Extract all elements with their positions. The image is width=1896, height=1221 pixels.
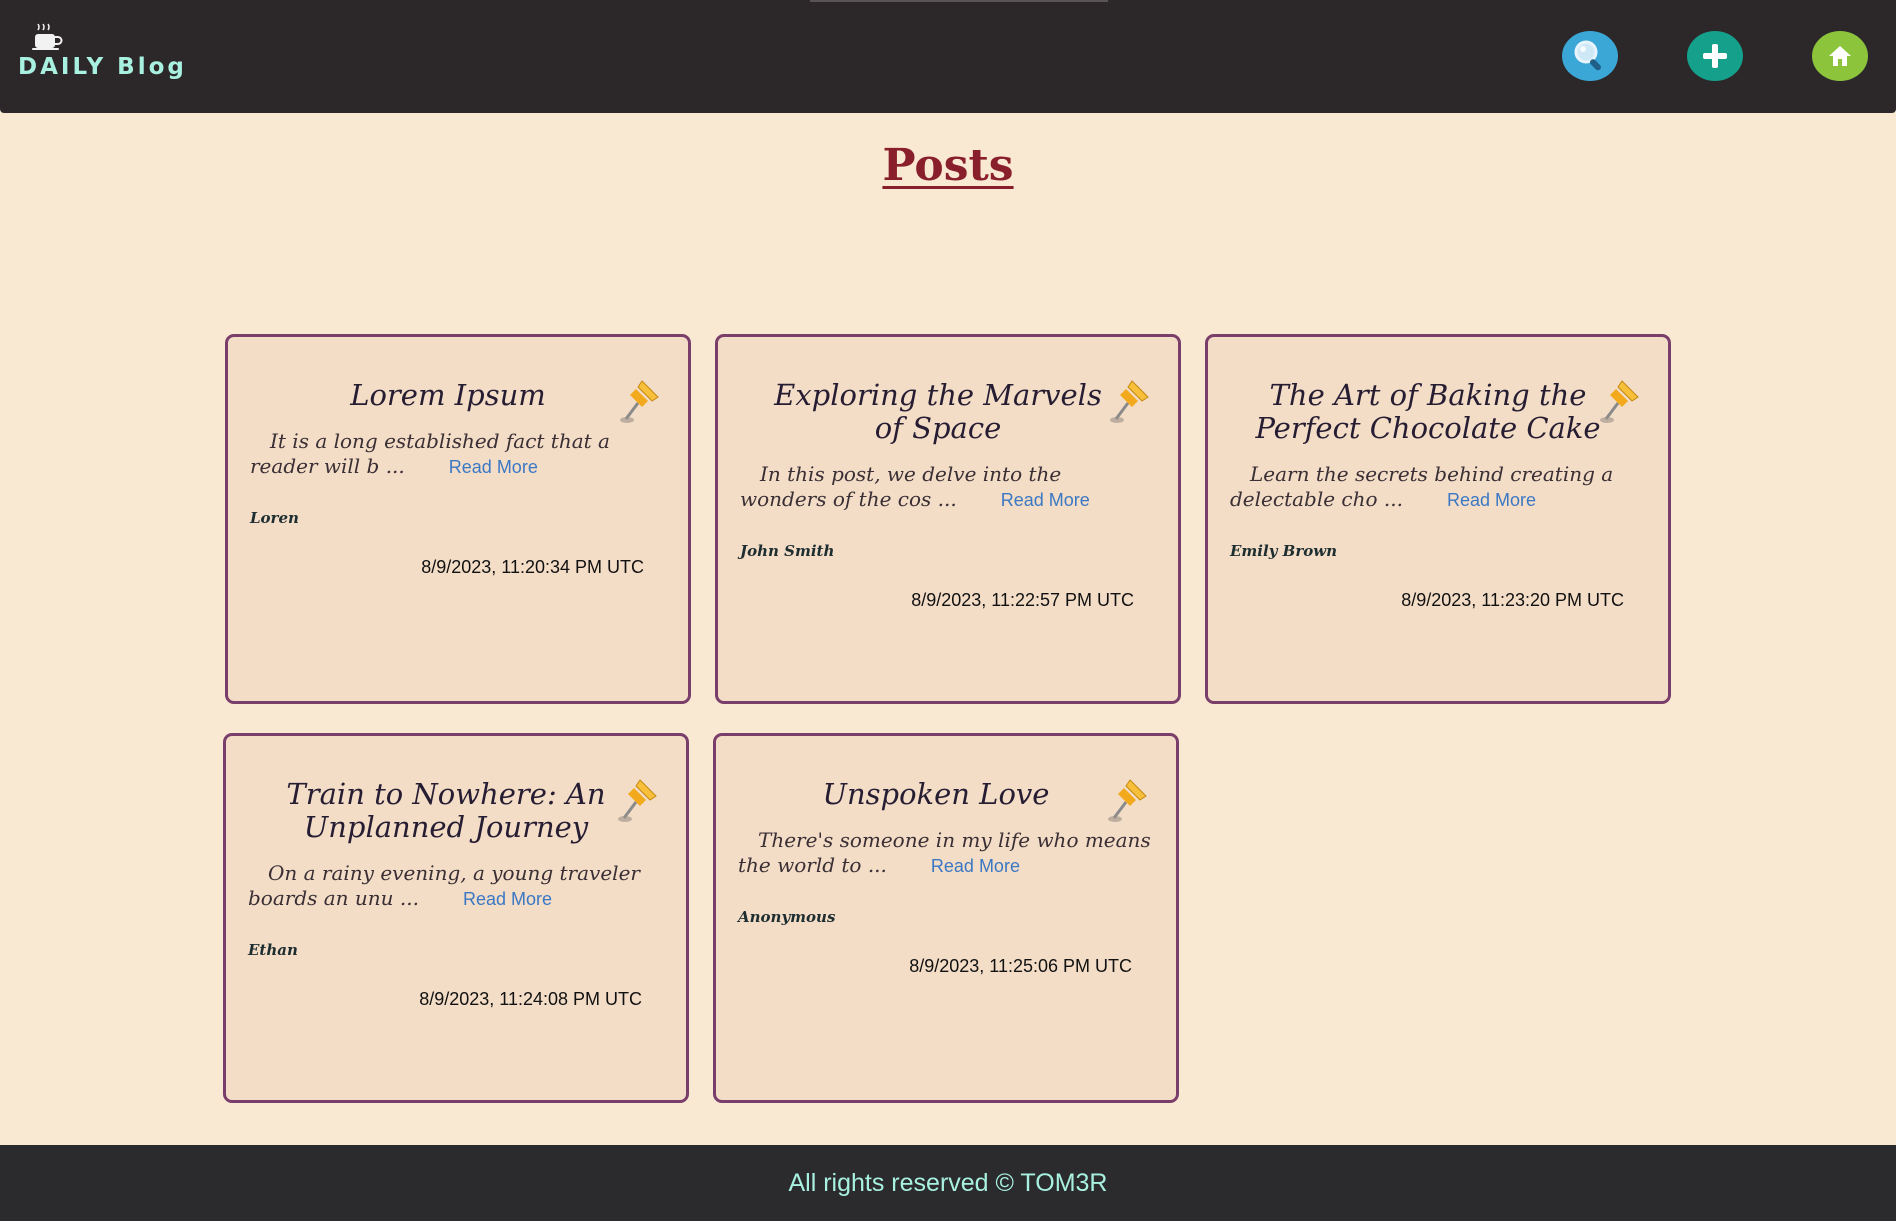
- magnifier-icon: [1574, 40, 1601, 71]
- home-button[interactable]: [1812, 31, 1868, 81]
- post-author: Emily Brown: [1230, 542, 1338, 560]
- post-excerpt: Learn the secrets behind creating a dele…: [1230, 462, 1614, 511]
- footer: All rights reserved © TOM3R: [0, 1145, 1896, 1221]
- post-excerpt-wrap: On a rainy evening, a young traveler boa…: [248, 861, 662, 912]
- post-title: Unspoken Love: [822, 777, 1050, 811]
- search-button[interactable]: [1562, 31, 1618, 81]
- coffee-cup-icon: [32, 23, 63, 50]
- post-card[interactable]: Lorem Ipsum It is a long established fac…: [225, 334, 691, 704]
- pushpin-icon: [620, 380, 659, 423]
- post-title: Train to Nowhere: An Unplanned Journey: [286, 777, 606, 844]
- post-author: Anonymous: [738, 908, 836, 926]
- plus-icon: [1703, 44, 1727, 68]
- top-navbar: DAILY Blog: [0, 0, 1896, 113]
- add-post-button[interactable]: [1687, 31, 1743, 81]
- pushpin-icon: [1108, 779, 1147, 822]
- post-title: Exploring the Marvels of Space: [774, 378, 1102, 445]
- post-date: 8/9/2023, 11:24:08 PM UTC: [419, 989, 642, 1009]
- post-author: Ethan: [248, 941, 298, 959]
- brand-name: DAILY Blog: [18, 54, 187, 80]
- post-card[interactable]: Exploring the Marvels of Space In this p…: [715, 334, 1181, 704]
- post-card[interactable]: The Art of Baking the Perfect Chocolate …: [1205, 334, 1671, 704]
- post-excerpt-wrap: It is a long established fact that a rea…: [250, 429, 664, 480]
- footer-text: All rights reserved © TOM3R: [788, 1168, 1108, 1197]
- brand-logo[interactable]: DAILY Blog: [18, 22, 187, 80]
- post-date: 8/9/2023, 11:20:34 PM UTC: [421, 557, 644, 577]
- post-date: 8/9/2023, 11:25:06 PM UTC: [909, 956, 1132, 976]
- read-more-link[interactable]: Read More: [1001, 490, 1090, 510]
- read-more-link[interactable]: Read More: [449, 457, 538, 477]
- post-card[interactable]: Train to Nowhere: An Unplanned Journey O…: [223, 733, 689, 1103]
- post-date: 8/9/2023, 11:22:57 PM UTC: [911, 590, 1134, 610]
- post-author: John Smith: [740, 542, 835, 560]
- post-excerpt-wrap: There's someone in my life who means the…: [738, 828, 1152, 879]
- read-more-link[interactable]: Read More: [931, 856, 1020, 876]
- read-more-link[interactable]: Read More: [463, 889, 552, 909]
- post-author: Loren: [250, 509, 299, 527]
- post-date: 8/9/2023, 11:23:20 PM UTC: [1401, 590, 1624, 610]
- pushpin-icon: [1600, 380, 1639, 423]
- post-excerpt-wrap: In this post, we delve into the wonders …: [740, 462, 1154, 513]
- read-more-link[interactable]: Read More: [1447, 490, 1536, 510]
- navbar-accent-line: [810, 0, 1108, 2]
- post-title: The Art of Baking the Perfect Chocolate …: [1255, 378, 1601, 445]
- post-title: Lorem Ipsum: [350, 378, 546, 412]
- home-icon: [1829, 46, 1851, 66]
- post-excerpt: On a rainy evening, a young traveler boa…: [248, 861, 640, 910]
- pushpin-icon: [1110, 380, 1149, 423]
- post-card[interactable]: Unspoken Love There's someone in my life…: [713, 733, 1179, 1103]
- post-excerpt-wrap: Learn the secrets behind creating a dele…: [1230, 462, 1644, 513]
- pushpin-icon: [618, 779, 657, 822]
- page-title: Posts: [882, 140, 1014, 191]
- post-excerpt: It is a long established fact that a rea…: [250, 429, 610, 478]
